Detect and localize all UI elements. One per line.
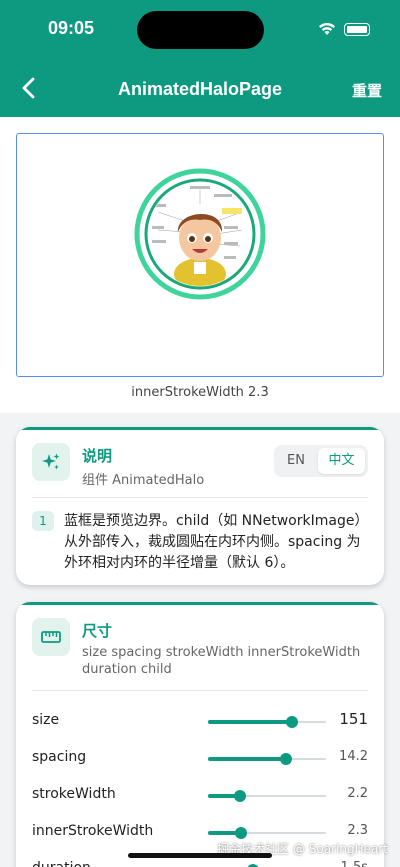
slider-label: innerStrokeWidth: [32, 823, 154, 839]
slider-label: spacing: [32, 749, 87, 765]
slider-thumb[interactable]: [285, 716, 298, 728]
slider-label: strokeWidth: [32, 786, 116, 802]
slider-label: duration: [32, 860, 91, 867]
sparkles-icon: [32, 443, 70, 481]
slider-fill: [208, 720, 292, 724]
slider-thumb[interactable]: [235, 827, 248, 839]
size-card-title: 尺寸: [82, 622, 113, 640]
description-text: 蓝框是预览边界。child（如 NNetworkImage）从外部传入，裁成圆贴…: [64, 513, 369, 571]
dynamic-island: [137, 11, 264, 49]
page-title: AnimatedHaloPage: [117, 79, 283, 99]
slider-row-size: size 151: [32, 710, 368, 734]
preview-area: innerStrokeWidth 2.3: [0, 117, 400, 413]
size-card: 尺寸 size spacing strokeWidth innerStrokeW…: [16, 602, 384, 867]
spacing-slider[interactable]: [208, 753, 326, 765]
status-icons: [318, 22, 370, 36]
ruler-icon: [32, 618, 70, 656]
battery-icon: [344, 22, 370, 36]
halo-child-avatar: [148, 182, 252, 286]
status-time: 09:05: [48, 18, 95, 38]
slider-thumb[interactable]: [233, 790, 246, 802]
slider-row-duration: duration 1.5s: [32, 858, 368, 867]
step-badge: 1: [32, 511, 54, 531]
slider-row-spacing: spacing 14.2: [32, 747, 368, 771]
slider-value: 2.2: [347, 786, 368, 801]
reset-button[interactable]: 重置: [352, 80, 382, 101]
slider-label: size: [32, 712, 60, 728]
preview-caption: innerStrokeWidth 2.3: [131, 385, 269, 400]
lang-zh-option[interactable]: 中文: [318, 448, 365, 474]
divider: [32, 497, 368, 498]
wifi-icon: [319, 22, 335, 35]
slider-fill: [208, 757, 286, 761]
app-bar: 09:05 AnimatedHaloPage 重置: [0, 0, 400, 117]
strokewidth-slider[interactable]: [208, 790, 326, 802]
size-slider[interactable]: [208, 716, 326, 728]
slider-thumb[interactable]: [279, 753, 292, 765]
home-indicator[interactable]: [128, 853, 272, 858]
info-card: 说明 组件 AnimatedHalo EN 中文 1 蓝框是预览边界。child…: [16, 427, 384, 585]
lang-en-option[interactable]: EN: [274, 445, 318, 477]
info-card-title: 说明: [82, 447, 113, 465]
slider-value: 1.5s: [341, 860, 368, 867]
slider-value: 2.3: [347, 823, 368, 838]
info-card-subtitle: 组件 AnimatedHalo: [82, 473, 205, 488]
slider-row-strokewidth: strokeWidth 2.2: [32, 784, 368, 808]
slider-value: 151: [339, 710, 368, 728]
divider: [32, 690, 368, 691]
slider-value: 14.2: [339, 749, 368, 764]
language-toggle: EN 中文: [274, 445, 368, 477]
size-card-subtitle: size spacing strokeWidth innerStrokeWidt…: [82, 645, 361, 677]
innerstrokewidth-slider[interactable]: [208, 827, 326, 839]
